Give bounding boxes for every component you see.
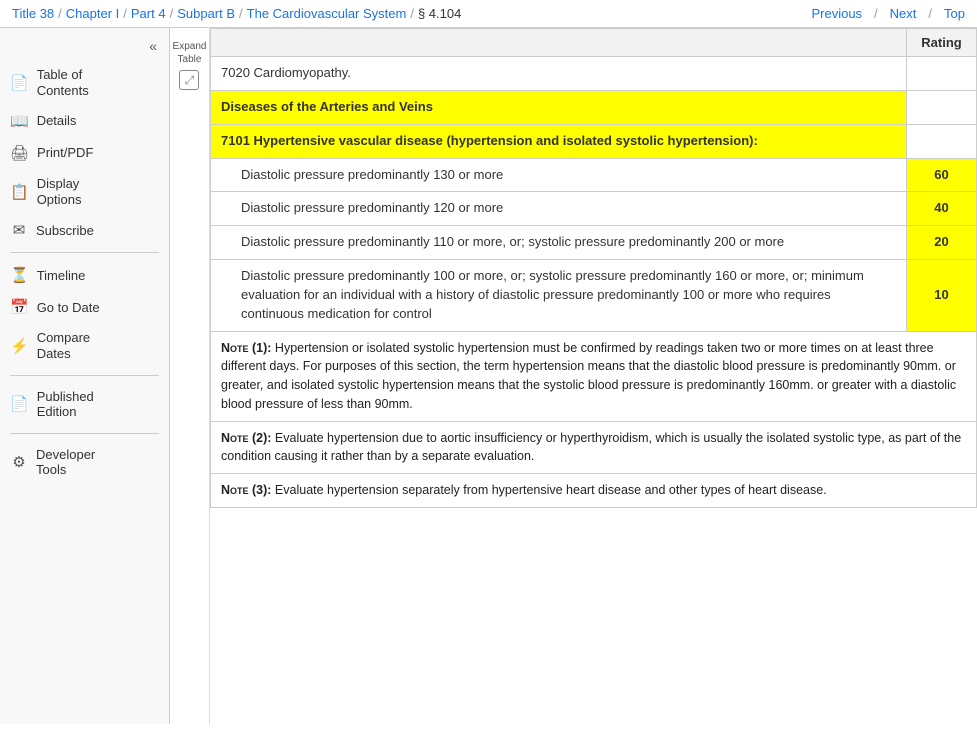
sidebar: « 📄 Table ofContents 📖 Details 🖨 Print/P… <box>0 28 170 724</box>
table-row: 7020 Cardiomyopathy. <box>211 57 907 91</box>
regulation-table: Rating 7020 Cardiomyopathy.Diseases of t… <box>210 28 977 508</box>
note-label: Note (2): <box>221 431 271 445</box>
note-row: Note (3): Evaluate hypertension separate… <box>211 474 977 508</box>
sidebar-item-timeline-label: Timeline <box>37 268 86 284</box>
details-icon: 📖 <box>10 112 29 130</box>
rating-cell: 10 <box>907 260 977 332</box>
rating-cell: 20 <box>907 226 977 260</box>
subscribe-icon: ✉ <box>10 221 28 239</box>
table-row: Diastolic pressure predominantly 130 or … <box>211 158 907 192</box>
sidebar-item-display[interactable]: 📋 DisplayOptions <box>0 169 169 214</box>
sidebar-collapse-button[interactable]: « <box>145 36 161 56</box>
divider-3 <box>10 433 159 434</box>
divider-2 <box>10 375 159 376</box>
sidebar-item-compare-label: CompareDates <box>37 330 90 361</box>
top-nav: Title 38 / Chapter I / Part 4 / Subpart … <box>0 0 977 28</box>
sidebar-item-devtools-label: DeveloperTools <box>36 447 95 478</box>
table-row: Diseases of the Arteries and Veins <box>211 90 907 124</box>
table-row: Diastolic pressure predominantly 120 or … <box>211 192 907 226</box>
breadcrumb-subpartb[interactable]: Subpart B <box>177 6 235 21</box>
content-area: Rating 7020 Cardiomyopathy.Diseases of t… <box>210 28 977 724</box>
breadcrumb: Title 38 / Chapter I / Part 4 / Subpart … <box>12 6 461 21</box>
published-icon: 📄 <box>10 395 29 413</box>
expand-text: ExpandTable <box>173 40 207 66</box>
table-row: 7101 Hypertensive vascular disease (hype… <box>211 124 907 158</box>
print-icon: 🖨 <box>10 144 29 162</box>
expand-icon: ⤢ <box>179 70 199 90</box>
expand-table-button[interactable]: ExpandTable ⤢ <box>173 40 207 90</box>
rating-cell: 40 <box>907 192 977 226</box>
expand-panel: ExpandTable ⤢ <box>170 28 210 724</box>
sidebar-item-print[interactable]: 🖨 Print/PDF <box>0 137 169 169</box>
sidebar-item-gotodate-label: Go to Date <box>37 300 100 316</box>
timeline-icon: ⏳ <box>10 266 29 284</box>
toc-icon: 📄 <box>10 74 29 92</box>
divider-1 <box>10 252 159 253</box>
sidebar-item-published[interactable]: 📄 PublishedEdition <box>0 382 169 427</box>
compare-icon: ⚡ <box>10 337 29 355</box>
sidebar-item-timeline[interactable]: ⏳ Timeline <box>0 259 169 291</box>
sidebar-item-devtools[interactable]: ⚙ DeveloperTools <box>0 440 169 485</box>
rating-cell <box>907 124 977 158</box>
sidebar-item-published-label: PublishedEdition <box>37 389 94 420</box>
sidebar-item-details[interactable]: 📖 Details <box>0 105 169 137</box>
rating-cell <box>907 57 977 91</box>
top-link[interactable]: Top <box>944 6 965 21</box>
col-header-rating: Rating <box>907 29 977 57</box>
sidebar-item-gotodate[interactable]: 📅 Go to Date <box>0 291 169 323</box>
note-row: Note (2): Evaluate hypertension due to a… <box>211 421 977 474</box>
table-row: Diastolic pressure predominantly 100 or … <box>211 260 907 332</box>
sidebar-item-print-label: Print/PDF <box>37 145 93 161</box>
nav-links: Previous / Next / Top <box>811 6 965 21</box>
breadcrumb-title38[interactable]: Title 38 <box>12 6 54 21</box>
main-layout: « 📄 Table ofContents 📖 Details 🖨 Print/P… <box>0 28 977 724</box>
col-header-text <box>211 29 907 57</box>
previous-link[interactable]: Previous <box>811 6 862 21</box>
breadcrumb-chapter1[interactable]: Chapter I <box>66 6 119 21</box>
note-label: Note (1): <box>221 341 271 355</box>
breadcrumb-part4[interactable]: Part 4 <box>131 6 166 21</box>
sidebar-item-subscribe-label: Subscribe <box>36 223 94 239</box>
next-link[interactable]: Next <box>890 6 917 21</box>
sidebar-item-subscribe[interactable]: ✉ Subscribe <box>0 214 169 246</box>
gotodate-icon: 📅 <box>10 298 29 316</box>
rating-cell <box>907 90 977 124</box>
sidebar-item-details-label: Details <box>37 113 77 129</box>
breadcrumb-cardio[interactable]: The Cardiovascular System <box>247 6 407 21</box>
sidebar-item-display-label: DisplayOptions <box>37 176 82 207</box>
rating-cell: 60 <box>907 158 977 192</box>
note-row: Note (1): Hypertension or isolated systo… <box>211 331 977 421</box>
breadcrumb-section: § 4.104 <box>418 6 461 21</box>
note-label: Note (3): <box>221 483 271 497</box>
sidebar-item-toc[interactable]: 📄 Table ofContents <box>0 60 169 105</box>
sidebar-item-compare[interactable]: ⚡ CompareDates <box>0 323 169 368</box>
devtools-icon: ⚙ <box>10 453 28 471</box>
sidebar-item-toc-label: Table ofContents <box>37 67 89 98</box>
table-row: Diastolic pressure predominantly 110 or … <box>211 226 907 260</box>
display-icon: 📋 <box>10 183 29 201</box>
